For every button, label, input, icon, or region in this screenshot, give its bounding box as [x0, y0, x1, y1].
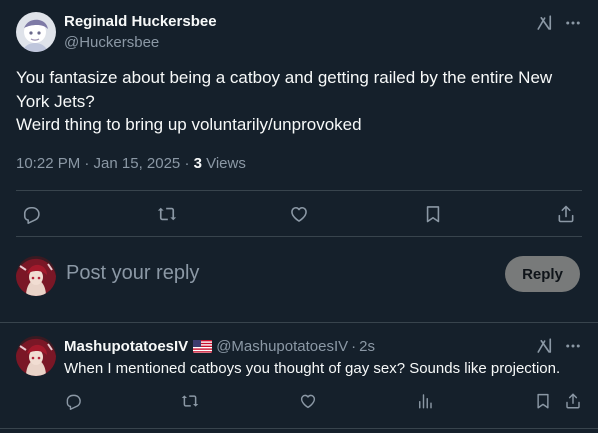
like-icon[interactable] [299, 392, 317, 410]
divider [16, 190, 582, 191]
bookmark-icon[interactable] [534, 392, 552, 410]
grok-icon[interactable] [536, 14, 554, 32]
author-avatar[interactable] [16, 12, 56, 52]
more-options-icon[interactable] [564, 14, 582, 32]
reply-text: When I mentioned catboys you thought of … [64, 360, 561, 377]
reply-icon[interactable] [21, 204, 41, 224]
reply-header: MashupotatoesIV @MashupotatoesIV · 2s [64, 338, 375, 355]
analytics-icon[interactable] [416, 392, 434, 410]
reply-button[interactable]: Reply [505, 256, 580, 292]
retweet-icon[interactable] [157, 204, 177, 224]
tweet-text-line: Weird thing to bring up voluntarily/unpr… [16, 115, 362, 134]
author-handle[interactable]: @Huckersbee [64, 34, 159, 51]
like-icon[interactable] [289, 204, 309, 224]
tweet-meta: 10:22 PM · Jan 15, 2025 · 3 Views [16, 155, 246, 172]
current-user-avatar[interactable] [16, 256, 56, 296]
reply-icon[interactable] [64, 392, 82, 410]
timestamp[interactable]: 10:22 PM · Jan 15, 2025 · [16, 155, 194, 172]
tweet-text: You fantasize about being a catboy and g… [16, 66, 582, 137]
tweet-text-line: York Jets? [16, 91, 95, 111]
reply-timestamp[interactable]: 2s [359, 338, 375, 355]
us-flag-icon [193, 340, 213, 353]
retweet-icon[interactable] [181, 392, 199, 410]
divider [0, 428, 598, 429]
reply-input[interactable]: Post your reply [66, 262, 199, 285]
reply-author-name[interactable]: MashupotatoesIV [64, 338, 188, 355]
separator-dot: · [351, 338, 357, 355]
more-options-icon[interactable] [564, 337, 582, 355]
divider [16, 236, 582, 237]
tweet-text-line: You fantasize about being a catboy and g… [16, 68, 553, 87]
share-icon[interactable] [556, 204, 576, 224]
views-label: Views [201, 155, 246, 172]
share-icon[interactable] [564, 392, 582, 410]
divider [0, 322, 598, 323]
reply-author-handle[interactable]: @MashupotatoesIV [216, 338, 348, 355]
bookmark-icon[interactable] [423, 204, 443, 224]
author-name[interactable]: Reginald Huckersbee [64, 13, 217, 30]
grok-icon[interactable] [536, 337, 554, 355]
post-detail-page: Reginald Huckersbee @Huckersbee You fant… [0, 0, 598, 433]
reply-author-avatar[interactable] [16, 336, 56, 376]
views-count: 3 [193, 155, 202, 172]
